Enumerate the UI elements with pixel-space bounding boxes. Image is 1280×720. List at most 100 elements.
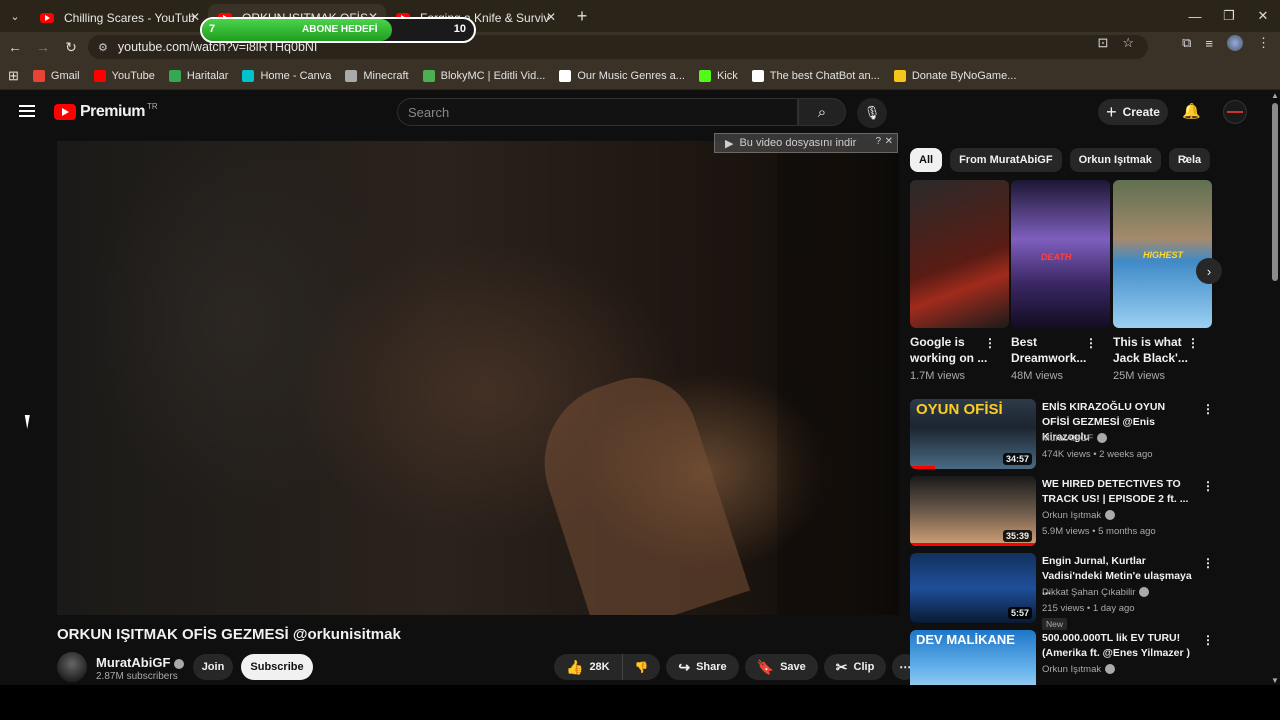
notifications-bell-icon[interactable]: 🔔 (1182, 102, 1201, 120)
video-thumbnail[interactable]: OYUN OFİSİ 34:57 (910, 399, 1036, 469)
video-thumbnail[interactable]: DEV MALİKANE (910, 630, 1036, 685)
channel-name[interactable]: MuratAbiGF (1042, 433, 1108, 444)
clip-button[interactable]: ✂ Clip (823, 654, 887, 680)
channel-name[interactable]: Orkun Işıtmak (1042, 664, 1116, 675)
list-item[interactable]: 5:57 Engin Jurnal, Kurtlar Vadisi'ndeki … (910, 550, 1220, 630)
drive-icon (422, 69, 435, 82)
video-meta: 474K views • 2 weeks ago (1042, 449, 1153, 460)
account-avatar[interactable] (1223, 100, 1247, 124)
extensions-icon[interactable]: ⧉ (1182, 35, 1191, 51)
hamburger-menu-icon[interactable] (19, 105, 35, 117)
channel-name[interactable]: Orkun Işıtmak (1042, 510, 1116, 521)
apps-grid-icon[interactable]: ⊞ (8, 68, 19, 84)
profile-avatar[interactable] (1227, 35, 1243, 51)
bookmark-item[interactable]: YouTube (93, 69, 155, 82)
video-owner-row: MuratAbiGF 2.87M subscribers Join Subscr… (57, 652, 919, 684)
video-title[interactable]: WE HIRED DETECTIVES TO TRACK US! | EPISO… (1042, 477, 1192, 507)
chip-all[interactable]: All (910, 148, 943, 172)
forward-arrow-icon[interactable]: → (30, 34, 56, 60)
list-item[interactable]: DEV MALİKANE 500.000.000TL lik EV TURU! … (910, 627, 1220, 685)
download-help-icon[interactable]: ? (875, 136, 881, 147)
channel-avatar[interactable] (57, 652, 87, 682)
save-button[interactable]: 🔖 Save (744, 654, 818, 680)
video-menu-icon[interactable]: ⋮ (1202, 556, 1214, 570)
browser-toolbar: ← → ↻ ⚙ youtube.com/watch?v=i8lRTHq0bNI … (0, 32, 1280, 62)
list-item[interactable]: 35:39 WE HIRED DETECTIVES TO TRACK US! |… (910, 473, 1220, 550)
bookmark-item[interactable]: Donate ByNoGame... (893, 69, 1016, 82)
video-title[interactable]: 500.000.000TL lik EV TURU! (Amerika ft. … (1042, 631, 1192, 661)
video-menu-icon[interactable]: ⋮ (1202, 633, 1214, 647)
share-button[interactable]: ↪ Share (666, 654, 739, 680)
bookmark-item[interactable]: Kick (698, 69, 738, 82)
short-thumbnail[interactable] (910, 180, 1009, 328)
short-thumbnail[interactable]: HIGHEST (1113, 180, 1212, 328)
like-button[interactable]: 👍 28K (554, 654, 623, 680)
chips-chevron-right-icon[interactable]: › (1184, 150, 1189, 166)
chip-orkun[interactable]: Orkun Işıtmak (1069, 148, 1161, 172)
tab-close-icon[interactable]: ✕ (190, 10, 200, 24)
video-menu-icon[interactable]: ⋮ (1202, 402, 1214, 416)
share-label: Share (696, 661, 727, 673)
bookmark-label: Kick (716, 69, 738, 82)
new-tab-plus-icon[interactable]: + (570, 4, 594, 28)
install-app-icon[interactable]: ⊡ (1097, 35, 1108, 51)
youtube-premium-logo[interactable]: Premium TR (54, 102, 158, 121)
reload-icon[interactable]: ↻ (58, 34, 84, 60)
scissors-icon: ✂ (835, 658, 848, 675)
short-title[interactable]: Best Dreamwork... (1011, 334, 1089, 366)
short-menu-icon[interactable]: ⋮ (1187, 336, 1199, 350)
window-close-icon[interactable]: ✕ (1246, 0, 1280, 32)
video-thumbnail[interactable]: 35:39 (910, 476, 1036, 546)
youtube-watch-page: Premium TR ⌕ 🎙 + Create 🔔 ▶ Bu video dosy… (0, 91, 1280, 685)
tab-search-chevron-icon[interactable]: ⌄ (0, 0, 30, 32)
scroll-down-arrow-icon[interactable]: ▼ (1271, 676, 1279, 685)
minimize-icon[interactable]: — (1178, 0, 1212, 32)
short-menu-icon[interactable]: ⋮ (1085, 336, 1097, 350)
verified-badge-icon (1105, 510, 1116, 521)
create-button[interactable]: + Create (1098, 99, 1168, 125)
bookmark-item[interactable]: Home - Canva (242, 69, 331, 82)
join-button[interactable]: Join (193, 654, 233, 680)
short-title[interactable]: This is what Jack Black'... (1113, 334, 1191, 366)
bookmark-item[interactable]: BlokyMC | Editli Vid... (422, 69, 545, 82)
bookmark-item[interactable]: Gmail (32, 69, 80, 82)
short-menu-icon[interactable]: ⋮ (984, 336, 996, 350)
bookmark-star-icon[interactable]: ☆ (1122, 35, 1134, 51)
site-info-icon[interactable]: ⚙ (98, 41, 108, 54)
channel-name[interactable]: MuratAbiGF (96, 655, 185, 670)
dislike-button[interactable]: 👎 (622, 654, 661, 680)
video-player[interactable] (57, 141, 899, 615)
bookmark-item[interactable]: The best ChatBot an... (751, 69, 880, 82)
video-thumbnail[interactable]: 5:57 (910, 553, 1036, 623)
recommendations-list: OYUN OFİSİ 34:57 ENİS KIRAZOĞLU OYUN OFİ… (910, 396, 1220, 685)
voice-search-button[interactable]: 🎙 (857, 98, 887, 128)
short-title[interactable]: Google is working on ... (910, 334, 988, 366)
download-video-bar[interactable]: ▶ Bu video dosyasını indir ? ✕ (714, 133, 898, 153)
download-close-icon[interactable]: ✕ (885, 136, 893, 147)
list-item[interactable]: OYUN OFİSİ 34:57 ENİS KIRAZOĞLU OYUN OFİ… (910, 396, 1220, 473)
page-scrollbar[interactable]: ▲ ▼ (1270, 91, 1280, 685)
browser-tab[interactable]: Chilling Scares - YouTube ✕ (30, 4, 208, 32)
donate-icon (893, 69, 906, 82)
scroll-up-arrow-icon[interactable]: ▲ (1271, 91, 1279, 100)
channel-name[interactable]: Dikkat Şahan Çıkabilir (1042, 587, 1150, 598)
bookmark-item[interactable]: Minecraft (345, 69, 409, 82)
back-arrow-icon[interactable]: ← (2, 34, 28, 60)
tab-close-icon[interactable]: ✕ (546, 10, 556, 24)
search-input[interactable] (408, 104, 797, 120)
bookmark-item[interactable]: Our Music Genres a... (559, 69, 685, 82)
short-thumbnail[interactable]: DEATH (1011, 180, 1110, 328)
search-button[interactable]: ⌕ (798, 98, 846, 126)
scrollbar-thumb[interactable] (1272, 103, 1278, 281)
subscribe-button[interactable]: Subscribe (241, 654, 313, 680)
chip-from-channel[interactable]: From MuratAbiGF (950, 148, 1062, 172)
shorts-next-arrow-icon[interactable]: › (1196, 258, 1222, 284)
create-label: Create (1122, 105, 1160, 119)
media-controls-icon[interactable]: ≡ (1205, 36, 1213, 51)
chip-related[interactable]: Rela (1168, 148, 1211, 172)
window-controls: — ❐ ✕ (1178, 0, 1280, 32)
video-menu-icon[interactable]: ⋮ (1202, 479, 1214, 493)
restore-icon[interactable]: ❐ (1212, 0, 1246, 32)
bookmark-item[interactable]: Haritalar (168, 69, 228, 82)
browser-menu-icon[interactable]: ⋮ (1257, 35, 1270, 51)
